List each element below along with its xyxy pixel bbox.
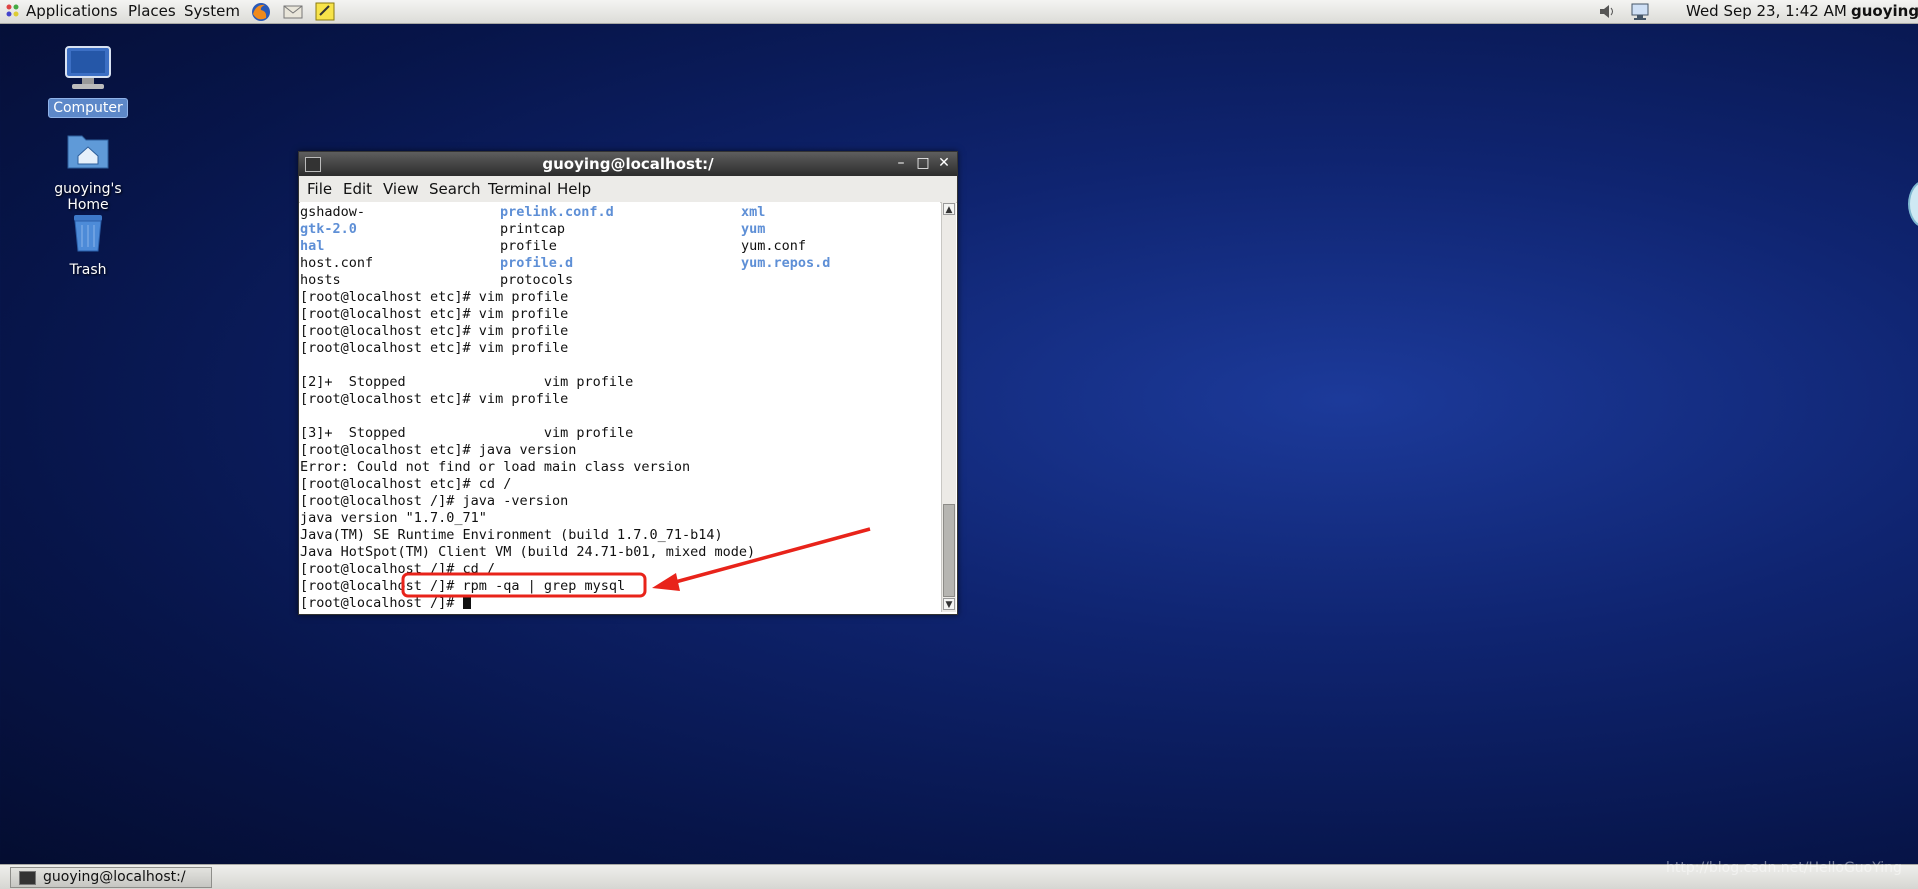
terminal-line: [root@localhost etc]# cd / bbox=[300, 476, 512, 492]
terminal-line: [3]+ Stopped vim profile bbox=[300, 425, 634, 441]
terminal-line: [root@localhost /]# cd / bbox=[300, 561, 496, 577]
top-panel: Applications Places System Wed Sep 23, 1… bbox=[0, 0, 1918, 24]
listing-file-entry: protocols bbox=[500, 272, 574, 288]
terminal-line: [root@localhost etc]# vim profile bbox=[300, 340, 569, 356]
desktop-trash[interactable]: Trash bbox=[28, 207, 148, 279]
terminal-line: [root@localhost etc]# vim profile bbox=[300, 289, 569, 305]
bottom-panel: guoying@localhost:/ bbox=[0, 864, 1918, 889]
terminal-scrollbar[interactable]: ▲ ▼ bbox=[941, 202, 956, 612]
terminal-line: [root@localhost etc]# vim profile bbox=[300, 323, 569, 339]
terminal-line: [root@localhost /]# rpm -qa | grep mysql bbox=[300, 578, 626, 594]
home-folder-icon bbox=[67, 135, 109, 169]
menu-terminal[interactable]: Terminal bbox=[488, 180, 551, 198]
desktop-home[interactable]: guoying's Home bbox=[28, 126, 148, 214]
user-menu[interactable]: guoying bbox=[1851, 2, 1918, 21]
terminal-line: [root@localhost etc]# vim profile bbox=[300, 391, 569, 407]
taskbar-item-label: guoying@localhost:/ bbox=[43, 869, 186, 885]
firefox-icon[interactable] bbox=[250, 1, 272, 22]
listing-dir-entry: profile.d bbox=[500, 255, 574, 271]
notes-icon[interactable] bbox=[314, 1, 336, 22]
scroll-down-arrow-icon[interactable]: ▼ bbox=[943, 598, 955, 610]
terminal-line: [root@localhost etc]# vim profile bbox=[300, 306, 569, 322]
text-cursor bbox=[462, 595, 471, 609]
terminal-menubar: File Edit View Search Terminal Help bbox=[299, 176, 957, 203]
listing-dir-entry: gtk-2.0 bbox=[300, 221, 357, 237]
scrollbar-thumb[interactable] bbox=[943, 504, 955, 597]
computer-icon bbox=[65, 46, 111, 89]
terminal-line: [root@localhost /]# bbox=[300, 595, 471, 612]
terminal-line: java version "1.7.0_71" bbox=[300, 510, 487, 526]
edge-widget bbox=[1908, 180, 1918, 228]
terminal-line: [root@localhost /]# java -version bbox=[300, 493, 569, 509]
listing-file-entry: gshadow- bbox=[300, 204, 366, 220]
volume-icon[interactable] bbox=[1597, 2, 1617, 21]
trash-icon bbox=[74, 215, 102, 252]
menu-help[interactable]: Help bbox=[557, 180, 591, 198]
listing-file-entry: hosts bbox=[300, 272, 341, 288]
window-title: guoying@localhost:/ bbox=[542, 155, 714, 173]
desktop-label-trash: Trash bbox=[69, 262, 107, 278]
desktop-label-computer: Computer bbox=[48, 98, 128, 118]
terminal-output[interactable]: gshadow-prelink.conf.d xml gtk-2.0 printcap… bbox=[300, 202, 940, 612]
terminal-line: [root@localhost etc]# java version bbox=[300, 442, 577, 458]
terminal-line: Java(TM) SE Runtime Environment (build 1… bbox=[300, 527, 723, 543]
listing-file-entry: yum.conf bbox=[741, 238, 807, 254]
window-titlebar[interactable]: guoying@localhost:/ – □ ✕ bbox=[299, 152, 957, 176]
terminal-window[interactable]: guoying@localhost:/ – □ ✕ File Edit View… bbox=[298, 151, 958, 615]
listing-dir-entry: yum bbox=[741, 221, 766, 237]
listing-file-entry: profile bbox=[500, 238, 557, 254]
menu-system[interactable]: System bbox=[184, 2, 240, 21]
terminal-line: Error: Could not find or load main class… bbox=[300, 459, 691, 475]
minimize-button[interactable]: – bbox=[893, 155, 909, 171]
menu-places[interactable]: Places bbox=[128, 2, 176, 21]
terminal-icon bbox=[19, 871, 36, 885]
gnome-foot-icon bbox=[6, 4, 19, 17]
taskbar-item-terminal[interactable]: guoying@localhost:/ bbox=[10, 867, 212, 888]
close-button[interactable]: ✕ bbox=[936, 155, 952, 171]
menu-edit[interactable]: Edit bbox=[343, 180, 372, 198]
menu-search[interactable]: Search bbox=[429, 180, 481, 198]
scroll-up-arrow-icon[interactable]: ▲ bbox=[943, 203, 955, 215]
desktop-computer[interactable]: Computer bbox=[28, 44, 148, 118]
terminal-line: [2]+ Stopped vim profile bbox=[300, 374, 634, 390]
maximize-button[interactable]: □ bbox=[915, 155, 931, 171]
menu-view[interactable]: View bbox=[383, 180, 419, 198]
listing-file-entry: printcap bbox=[500, 221, 566, 237]
menu-applications[interactable]: Applications bbox=[26, 2, 118, 21]
terminal-line: Java HotSpot(TM) Client VM (build 24.71-… bbox=[300, 544, 756, 560]
listing-dir-entry: yum.repos.d bbox=[741, 255, 831, 271]
menu-file[interactable]: File bbox=[307, 180, 332, 198]
annotation-overlay bbox=[401, 527, 871, 598]
listing-dir-entry: prelink.conf.d bbox=[500, 204, 614, 220]
listing-dir-entry: xml bbox=[741, 204, 766, 220]
clock[interactable]: Wed Sep 23, 1:42 AM bbox=[1686, 2, 1847, 21]
listing-dir-entry: hal bbox=[300, 238, 325, 254]
watermark: http://blog.csdn.net/HelloGuoYing bbox=[1666, 860, 1902, 876]
network-icon[interactable] bbox=[1630, 2, 1650, 21]
mail-icon[interactable] bbox=[282, 1, 304, 22]
listing-file-entry: host.conf bbox=[300, 255, 374, 271]
